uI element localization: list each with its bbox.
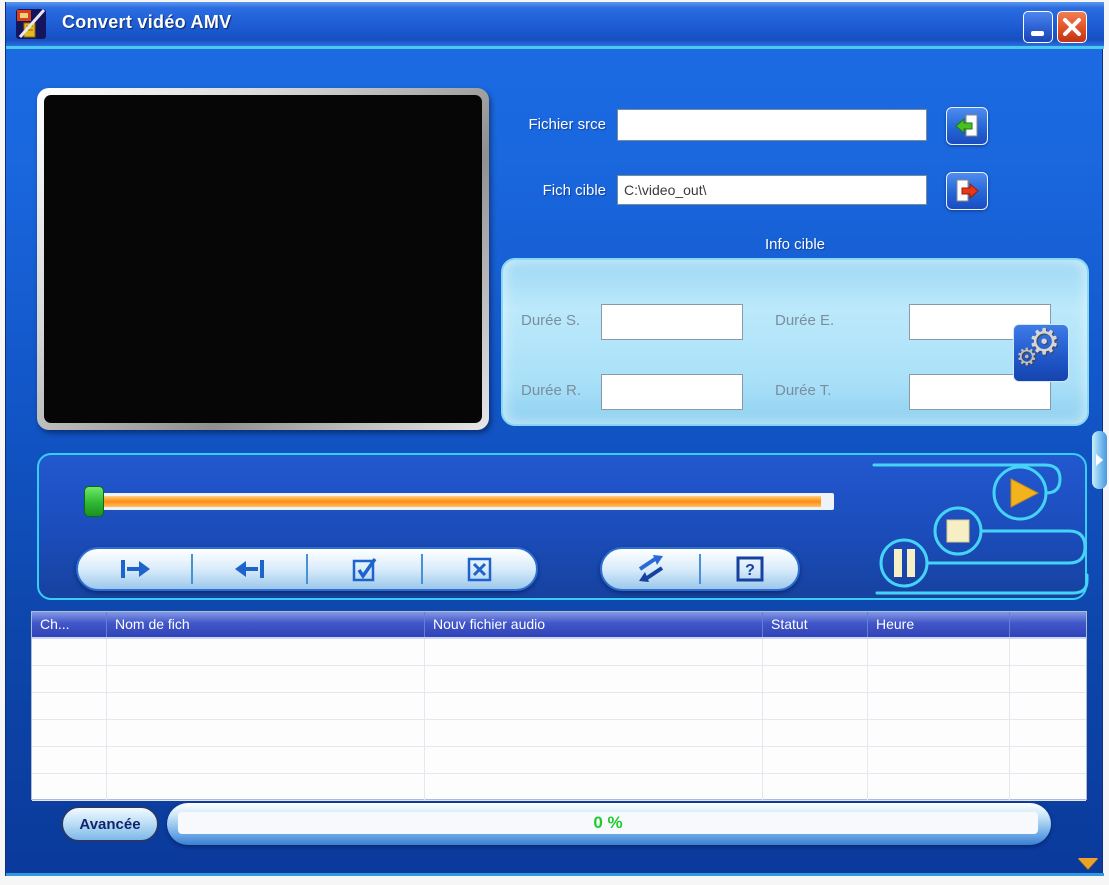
window-bottom-bevel: [6, 873, 1104, 876]
seek-forward-button[interactable]: [78, 549, 191, 589]
clear-list-button[interactable]: [423, 549, 536, 589]
window-title: Convert vidéo AMV: [62, 12, 231, 33]
convert-icon: [633, 554, 669, 584]
app-window: Convert vidéo AMV Fichier srce: [5, 2, 1103, 876]
gear-icon-small: ⚙: [1016, 343, 1038, 372]
svg-text:?: ?: [745, 562, 755, 579]
stop-button[interactable]: [935, 508, 981, 554]
list-row: [32, 720, 1086, 747]
duree-e-label: Durée E.: [775, 312, 834, 329]
list-row: [32, 666, 1086, 693]
titlebar-bevel: [6, 46, 1104, 49]
side-tab-icon: [1096, 454, 1103, 466]
close-button[interactable]: [1057, 11, 1087, 43]
list-row: [32, 639, 1086, 666]
play-button[interactable]: [994, 467, 1046, 519]
info-cible-groupbox: Durée S. Durée E. Durée R. Durée T. ⚙ ⚙: [501, 258, 1089, 426]
column-header-statut[interactable]: Statut: [763, 612, 868, 637]
expand-button[interactable]: [1078, 858, 1098, 869]
duree-s-label: Durée S.: [521, 312, 580, 329]
list-body: [32, 639, 1086, 799]
seek-forward-icon: [115, 556, 155, 582]
title-bar: Convert vidéo AMV: [6, 2, 1104, 46]
pause-button[interactable]: [881, 540, 927, 586]
export-file-icon: [953, 177, 981, 205]
duree-s-input[interactable]: [601, 304, 743, 340]
video-preview: [44, 95, 482, 423]
browse-target-button[interactable]: [946, 172, 988, 210]
list-row: [32, 693, 1086, 720]
list-row: [32, 774, 1086, 801]
column-header-nouv-fichier-audio[interactable]: Nouv fichier audio: [425, 612, 763, 637]
column-header-ch[interactable]: Ch...: [32, 612, 107, 637]
list-header: Ch... Nom de fich Nouv fichier audio Sta…: [32, 612, 1086, 639]
seek-slider-fill: [103, 496, 821, 507]
conversion-list: Ch... Nom de fich Nouv fichier audio Sta…: [31, 611, 1087, 800]
target-file-input[interactable]: [617, 175, 927, 205]
column-header-heure[interactable]: Heure: [868, 612, 1010, 637]
duree-r-label: Durée R.: [521, 382, 581, 399]
clear-list-icon: [465, 555, 495, 583]
seek-back-button[interactable]: [193, 549, 306, 589]
import-file-icon: [953, 112, 981, 140]
info-cible-title: Info cible: [501, 236, 1089, 253]
minimize-button[interactable]: [1023, 11, 1053, 43]
column-header-nom-de-fich[interactable]: Nom de fich: [107, 612, 425, 637]
app-icon: [15, 8, 47, 40]
column-header-empty: [1010, 612, 1086, 637]
help-button[interactable]: ?: [701, 549, 798, 589]
progress-percent-text: 0 %: [178, 813, 1038, 833]
convert-button[interactable]: [602, 549, 699, 589]
browse-source-button[interactable]: [946, 107, 988, 145]
progress-bar-track: 0 %: [178, 812, 1038, 834]
control-panel: ?: [37, 453, 1087, 600]
side-panel-tab[interactable]: [1092, 431, 1107, 489]
duree-t-label: Durée T.: [775, 382, 831, 399]
settings-button[interactable]: ⚙ ⚙: [1013, 324, 1069, 382]
select-all-button[interactable]: [308, 549, 421, 589]
video-preview-frame: [37, 88, 489, 430]
list-row: [32, 747, 1086, 774]
action-toolbar: ?: [600, 547, 800, 591]
close-icon: [1058, 12, 1086, 42]
select-all-icon: [350, 555, 380, 583]
duree-r-input[interactable]: [601, 374, 743, 410]
seek-slider-thumb[interactable]: [84, 486, 104, 517]
seek-back-icon: [230, 556, 270, 582]
progress-bar: 0 %: [167, 803, 1051, 845]
source-file-input[interactable]: [617, 109, 927, 141]
edit-toolbar: [76, 547, 538, 591]
advanced-button[interactable]: Avancée: [61, 806, 159, 842]
seek-slider-track[interactable]: [103, 493, 834, 510]
source-file-label: Fichier srce: [456, 116, 606, 133]
help-icon: ?: [735, 555, 765, 583]
screenshot-root: Convert vidéo AMV Fichier srce: [0, 0, 1109, 885]
target-file-label: Fich cible: [456, 182, 606, 199]
minimize-icon: [1031, 31, 1044, 36]
